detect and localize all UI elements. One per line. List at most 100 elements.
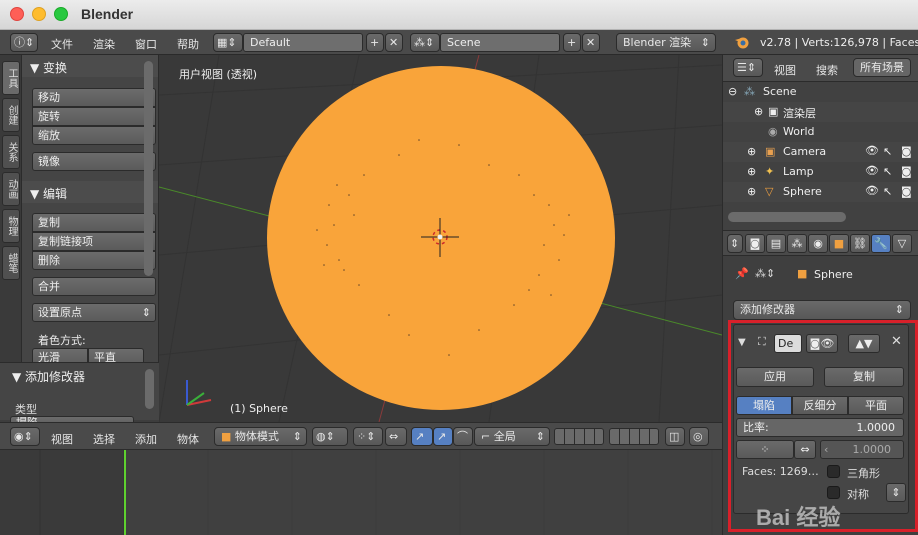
shelf-scrollbar[interactable] [144,61,153,276]
render-camera-icon[interactable]: ◙ [901,185,912,198]
editor-type-button[interactable]: ◉⇕ [10,427,40,446]
collapse-icon[interactable]: ⊖ [728,85,737,98]
shading-select[interactable]: ◍⇕ [312,427,348,446]
symmetry-axis-select[interactable]: ⇕ [886,483,906,502]
outliner-scrollbar[interactable] [728,212,846,222]
tab-grease-pencil[interactable]: 蜡笔 [2,246,20,280]
select-cursor-icon[interactable]: ↖ [883,165,892,178]
minimize-window-button[interactable] [32,7,46,21]
menu-select[interactable]: 选择 [93,431,115,447]
select-cursor-icon[interactable]: ↖ [883,185,892,198]
layer-buttons-a[interactable] [554,428,604,445]
expand-icon[interactable]: ⊕ [747,145,756,158]
invert-vgroup-button[interactable]: ⇔ [794,440,816,459]
outliner-row-camera[interactable]: ⊕ ▣ Camera 👁 ↖ ◙ [723,142,918,162]
modifier-visibility-toggle[interactable]: ◙👁 [806,334,838,353]
mode-planar-tab[interactable]: 平面 [848,396,904,415]
zoom-window-button[interactable] [54,7,68,21]
3d-viewport[interactable]: 用户视图 (透视) (1) Sphere [159,55,722,422]
scale-widget-button[interactable]: ⌒ [453,427,473,446]
move-modifier-buttons[interactable]: ▲▼ [848,334,880,353]
ratio-field[interactable]: 比率: 1.0000 [736,418,904,437]
menu-window[interactable]: 窗口 [135,36,157,52]
editor-type-button[interactable]: ☰⇕ [733,58,763,77]
join-button[interactable]: 合并 [32,277,156,296]
pin-icon[interactable]: 📌 [735,267,749,280]
translate-widget-button[interactable]: ↗ [411,427,433,446]
vertex-group-field[interactable]: ⁘ [736,440,794,459]
mode-select[interactable]: ■ 物体模式 ⇕ [214,427,307,446]
menu-view[interactable]: 视图 [51,431,73,447]
menu-add[interactable]: 添加 [135,431,157,447]
tab-tools[interactable]: 工具 [2,61,20,95]
editor-type-button[interactable]: ⓘ⇕ [10,33,38,52]
tab-physics[interactable]: 物理 [2,209,20,243]
render-layers-tab-icon[interactable]: ▤ [766,234,786,253]
outliner-row-scene[interactable]: ⊖ ⁂ Scene [723,82,918,102]
outliner-row-sphere[interactable]: ⊕ ▽ Sphere 👁 ↖ ◙ [723,182,918,202]
data-tab-icon[interactable]: ▽ [892,234,912,253]
operator-scrollbar[interactable] [145,369,154,409]
render-camera-icon[interactable]: ◙ [901,145,912,158]
render-camera-icon[interactable]: ◙ [901,165,912,178]
render-tab-icon[interactable]: ◙ [745,234,765,253]
copy-modifier-button[interactable]: 复制 [824,367,904,387]
vgroup-factor-field[interactable]: ‹ 1.0000 [820,440,904,459]
expand-icon[interactable]: ⊕ [747,165,756,178]
triangulate-checkbox[interactable] [827,465,840,478]
visibility-eye-icon[interactable]: 👁 [865,164,879,177]
menu-file[interactable]: 文件 [51,36,73,52]
rotate-button[interactable]: 旋转 [32,107,156,126]
menu-help[interactable]: 帮助 [177,36,199,52]
mode-collapse-tab[interactable]: 塌陷 [736,396,792,415]
scene-tab-icon[interactable]: ⁂ [787,234,807,253]
tab-relations[interactable]: 关系 [2,135,20,169]
apply-modifier-button[interactable]: 应用 [736,367,814,387]
display-mode-select[interactable]: 所有场景 [853,58,911,77]
editor-type-button[interactable]: ⇕ [727,234,743,253]
operator-panel-title[interactable]: ▼ 添加修改器 [12,368,85,385]
outliner-row-lamp[interactable]: ⊕ ✦ Lamp 👁 ↖ ◙ [723,162,918,182]
add-scene-button[interactable]: + [563,33,581,52]
scene-name-field[interactable]: Scene [440,33,560,52]
render-preview-button[interactable]: ◎ [689,427,709,446]
edit-panel-header[interactable]: ▼ 编辑 [22,181,158,203]
outliner-menu-search[interactable]: 搜索 [816,62,838,78]
outliner-row-render-layers[interactable]: ⊕ ▣ 渲染层 [723,102,918,122]
menu-object[interactable]: 物体 [177,431,199,447]
expand-icon[interactable]: ⊕ [754,105,763,118]
timeline-area[interactable] [0,450,722,535]
add-modifier-select[interactable]: 添加修改器 ⇕ [733,300,911,320]
modifiers-wrench-icon[interactable]: 🔧 [871,234,891,253]
modifier-name-field[interactable]: De [774,334,802,353]
mode-unsubdivide-tab[interactable]: 反细分 [792,396,848,415]
close-window-button[interactable] [10,7,24,21]
layer-buttons-b[interactable] [609,428,659,445]
transform-panel-header[interactable]: ▼ 变换 [22,55,158,77]
visibility-eye-icon[interactable]: 👁 [865,144,879,157]
menu-render[interactable]: 渲染 [93,36,115,52]
close-icon[interactable]: ✕ [891,334,902,349]
visibility-eye-icon[interactable]: 👁 [865,184,879,197]
constraints-tab-icon[interactable]: ⛓ [850,234,870,253]
render-engine-select[interactable]: Blender 渲染 ⇕ [616,33,716,52]
layout-selector-button[interactable]: ▦⇕ [213,33,243,52]
duplicate-linked-button[interactable]: 复制链接项 [32,232,156,251]
select-cursor-icon[interactable]: ↖ [883,145,892,158]
remove-layout-button[interactable]: ✕ [385,33,403,52]
remove-scene-button[interactable]: ✕ [582,33,600,52]
mirror-button[interactable]: 镜像 [32,152,156,171]
translate-button[interactable]: 移动 [32,88,156,107]
scene-selector-button[interactable]: ⁂⇕ [410,33,440,52]
outliner-row-world[interactable]: ◉ World [723,122,918,142]
transform-orientation-select[interactable]: ⌐ 全局 ⇕ [474,427,550,446]
duplicate-button[interactable]: 复制 [32,213,156,232]
pivot-select[interactable]: ⁘⇕ [353,427,383,446]
collapse-arrow-icon[interactable]: ▼ [738,337,746,348]
add-layout-button[interactable]: + [366,33,384,52]
tab-animation[interactable]: 动画 [2,172,20,206]
delete-button[interactable]: 删除 [32,251,156,270]
layout-name-field[interactable]: Default [243,33,363,52]
rotate-widget-button[interactable]: ↗ [433,427,453,446]
outliner-menu-view[interactable]: 视图 [774,62,796,78]
